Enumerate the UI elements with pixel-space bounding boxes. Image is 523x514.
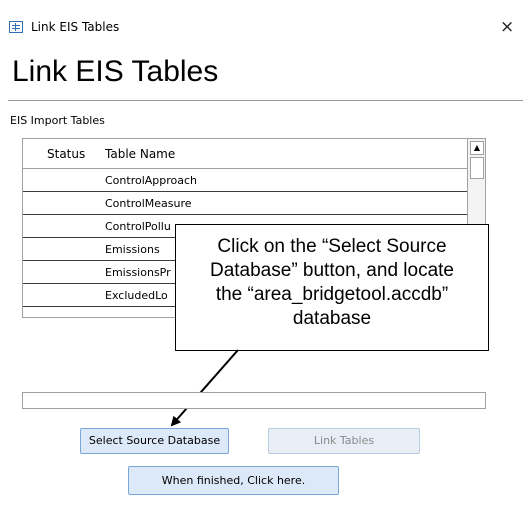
close-button[interactable]: × — [500, 17, 514, 37]
table-name-cell: ControlMeasure — [105, 197, 192, 210]
link-tables-button[interactable]: Link Tables — [268, 428, 420, 454]
progress-bar — [22, 392, 486, 409]
group-label: EIS Import Tables — [10, 114, 105, 127]
callout-line: the “area_bridgetool.accdb” — [215, 284, 449, 305]
scroll-up-arrow-icon[interactable]: ▲ — [470, 141, 484, 155]
column-header-status[interactable]: Status — [47, 147, 85, 161]
table-form-icon — [9, 21, 23, 33]
column-header-table-name[interactable]: Table Name — [105, 147, 175, 161]
callout-line: Database” button, and locate — [209, 260, 454, 281]
callout-line: database — [292, 308, 372, 329]
table-name-cell: ExcludedLo — [105, 289, 168, 302]
window-title: Link EIS Tables — [31, 20, 120, 34]
grid-header: Status Table Name — [23, 139, 467, 169]
callout-line: Click on the “Select Source — [217, 236, 447, 257]
table-name-cell: ControlPollu — [105, 220, 171, 233]
header-divider — [8, 100, 523, 101]
form-header: Link EIS Tables — [12, 55, 219, 88]
instruction-callout: Click on the “Select Source Database” bu… — [175, 224, 489, 351]
table-name-cell: Emissions — [105, 243, 160, 256]
scroll-thumb[interactable] — [470, 157, 484, 179]
select-source-database-button[interactable]: Select Source Database — [80, 428, 229, 454]
table-name-cell: ControlApproach — [105, 174, 198, 187]
title-bar: Link EIS Tables × — [0, 0, 523, 40]
table-row[interactable]: ControlMeasure — [23, 192, 467, 215]
table-row[interactable]: ControlApproach — [23, 169, 467, 192]
when-finished-button[interactable]: When finished, Click here. — [128, 466, 339, 495]
table-name-cell: EmissionsPr — [105, 266, 171, 279]
